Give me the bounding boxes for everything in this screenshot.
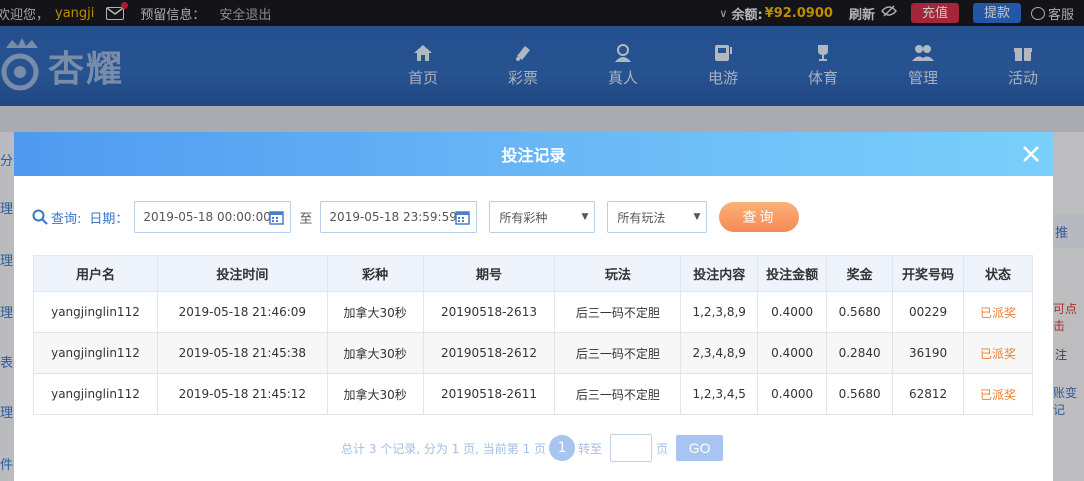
table-row[interactable]: yangjinglin112 2019-05-18 21:45:12 加拿大30…	[33, 373, 1033, 415]
cell-lottery: 加拿大30秒	[326, 332, 424, 374]
cell-bet-time: 2019-05-18 21:45:38	[156, 332, 328, 374]
cell-bet-content: 1,2,3,8,9	[680, 291, 759, 333]
column-header: 奖金	[826, 255, 894, 292]
column-header: 用户名	[33, 255, 158, 292]
end-date-input[interactable]: 2019-05-18 23:59:59	[320, 201, 478, 233]
cell-lottery: 加拿大30秒	[326, 291, 424, 333]
goto-label: 转至	[578, 441, 603, 456]
query-label-text: 查询:	[51, 211, 82, 227]
modal-header: 投注记录	[14, 132, 1053, 176]
cell-username: yangjinglin112	[33, 332, 158, 374]
calendar-icon[interactable]	[455, 210, 471, 225]
search-icon	[32, 209, 48, 225]
dropdown-arrow-icon: ▼	[693, 212, 701, 222]
cell-status: 已派奖	[963, 332, 1033, 374]
lottery-type-value: 所有彩种	[499, 210, 548, 225]
start-date-input[interactable]: 2019-05-18 00:00:00	[134, 201, 292, 233]
page-number-button[interactable]: 1	[549, 435, 576, 461]
cell-status: 已派奖	[963, 291, 1033, 333]
query-label: 查询:	[32, 208, 81, 227]
cell-play: 后三一码不定胆	[554, 332, 682, 374]
cell-prize: 0.2840	[826, 332, 894, 374]
cell-issue: 20190518-2611	[422, 373, 556, 415]
column-header: 期号	[422, 255, 556, 292]
cell-winning-number: 00229	[892, 291, 965, 333]
query-button[interactable]: 查询	[719, 202, 800, 232]
cell-bet-content: 1,2,3,4,5	[680, 373, 759, 415]
filter-bar: 查询: 日期： 2019-05-18 00:00:00 至 2019-05-18…	[32, 201, 800, 233]
table-row[interactable]: yangjinglin112 2019-05-18 21:46:09 加拿大30…	[33, 291, 1033, 333]
page-jump-input[interactable]	[610, 434, 653, 462]
cell-prize: 0.5680	[826, 291, 894, 333]
play-type-select[interactable]: 所有玩法 ▼	[607, 201, 708, 233]
page-unit-label: 页	[656, 441, 669, 456]
dropdown-arrow-icon: ▼	[581, 212, 589, 222]
start-date-value: 2019-05-18 00:00:00	[143, 210, 271, 224]
cell-bet-time: 2019-05-18 21:45:12	[156, 373, 328, 415]
cell-play: 后三一码不定胆	[554, 291, 682, 333]
end-date-value: 2019-05-18 23:59:59	[329, 210, 457, 224]
go-button[interactable]: GO	[676, 435, 724, 461]
column-header: 开奖号码	[892, 255, 965, 292]
table-row[interactable]: yangjinglin112 2019-05-18 21:45:38 加拿大30…	[33, 332, 1033, 374]
cell-bet-amount: 0.4000	[757, 373, 828, 415]
modal-title: 投注记录	[501, 146, 566, 165]
column-header: 投注金额	[757, 255, 828, 292]
cell-bet-amount: 0.4000	[757, 291, 828, 333]
to-label: 至	[299, 211, 313, 227]
pagination: 总计 3 个记录, 分为 1 页, 当前第 1 页 1 转至 页 GO	[341, 434, 724, 462]
bet-records-table: 用户名 投注时间 彩种 期号 玩法 投注内容 投注金额 奖金 开奖号码 状态 y…	[33, 255, 1033, 415]
table-header-row: 用户名 投注时间 彩种 期号 玩法 投注内容 投注金额 奖金 开奖号码 状态	[33, 255, 1033, 292]
cell-winning-number: 62812	[892, 373, 965, 415]
cell-username: yangjinglin112	[33, 373, 158, 415]
column-header: 彩种	[326, 255, 424, 292]
date-label: 日期：	[89, 211, 129, 227]
cell-bet-amount: 0.4000	[757, 332, 828, 374]
cell-lottery: 加拿大30秒	[326, 373, 424, 415]
play-type-value: 所有玩法	[617, 210, 666, 225]
cell-issue: 20190518-2613	[422, 291, 556, 333]
close-icon[interactable]	[1019, 142, 1043, 166]
column-header: 状态	[963, 255, 1033, 292]
cell-username: yangjinglin112	[33, 291, 158, 333]
column-header: 投注内容	[680, 255, 759, 292]
calendar-icon[interactable]	[269, 210, 285, 225]
cell-bet-content: 2,3,4,8,9	[680, 332, 759, 374]
pagination-summary: 总计 3 个记录, 分为 1 页, 当前第 1 页	[341, 441, 547, 456]
cell-status: 已派奖	[963, 373, 1033, 415]
bet-records-modal: 投注记录 查询: 日期： 2019-05-18 00:00:00 至 2019-…	[14, 132, 1053, 481]
lottery-type-select[interactable]: 所有彩种 ▼	[489, 201, 596, 233]
column-header: 玩法	[554, 255, 682, 292]
cell-issue: 20190518-2612	[422, 332, 556, 374]
column-header: 投注时间	[156, 255, 328, 292]
cell-winning-number: 36190	[892, 332, 965, 374]
cell-bet-time: 2019-05-18 21:46:09	[156, 291, 328, 333]
cell-play: 后三一码不定胆	[554, 373, 682, 415]
cell-prize: 0.5680	[826, 373, 894, 415]
